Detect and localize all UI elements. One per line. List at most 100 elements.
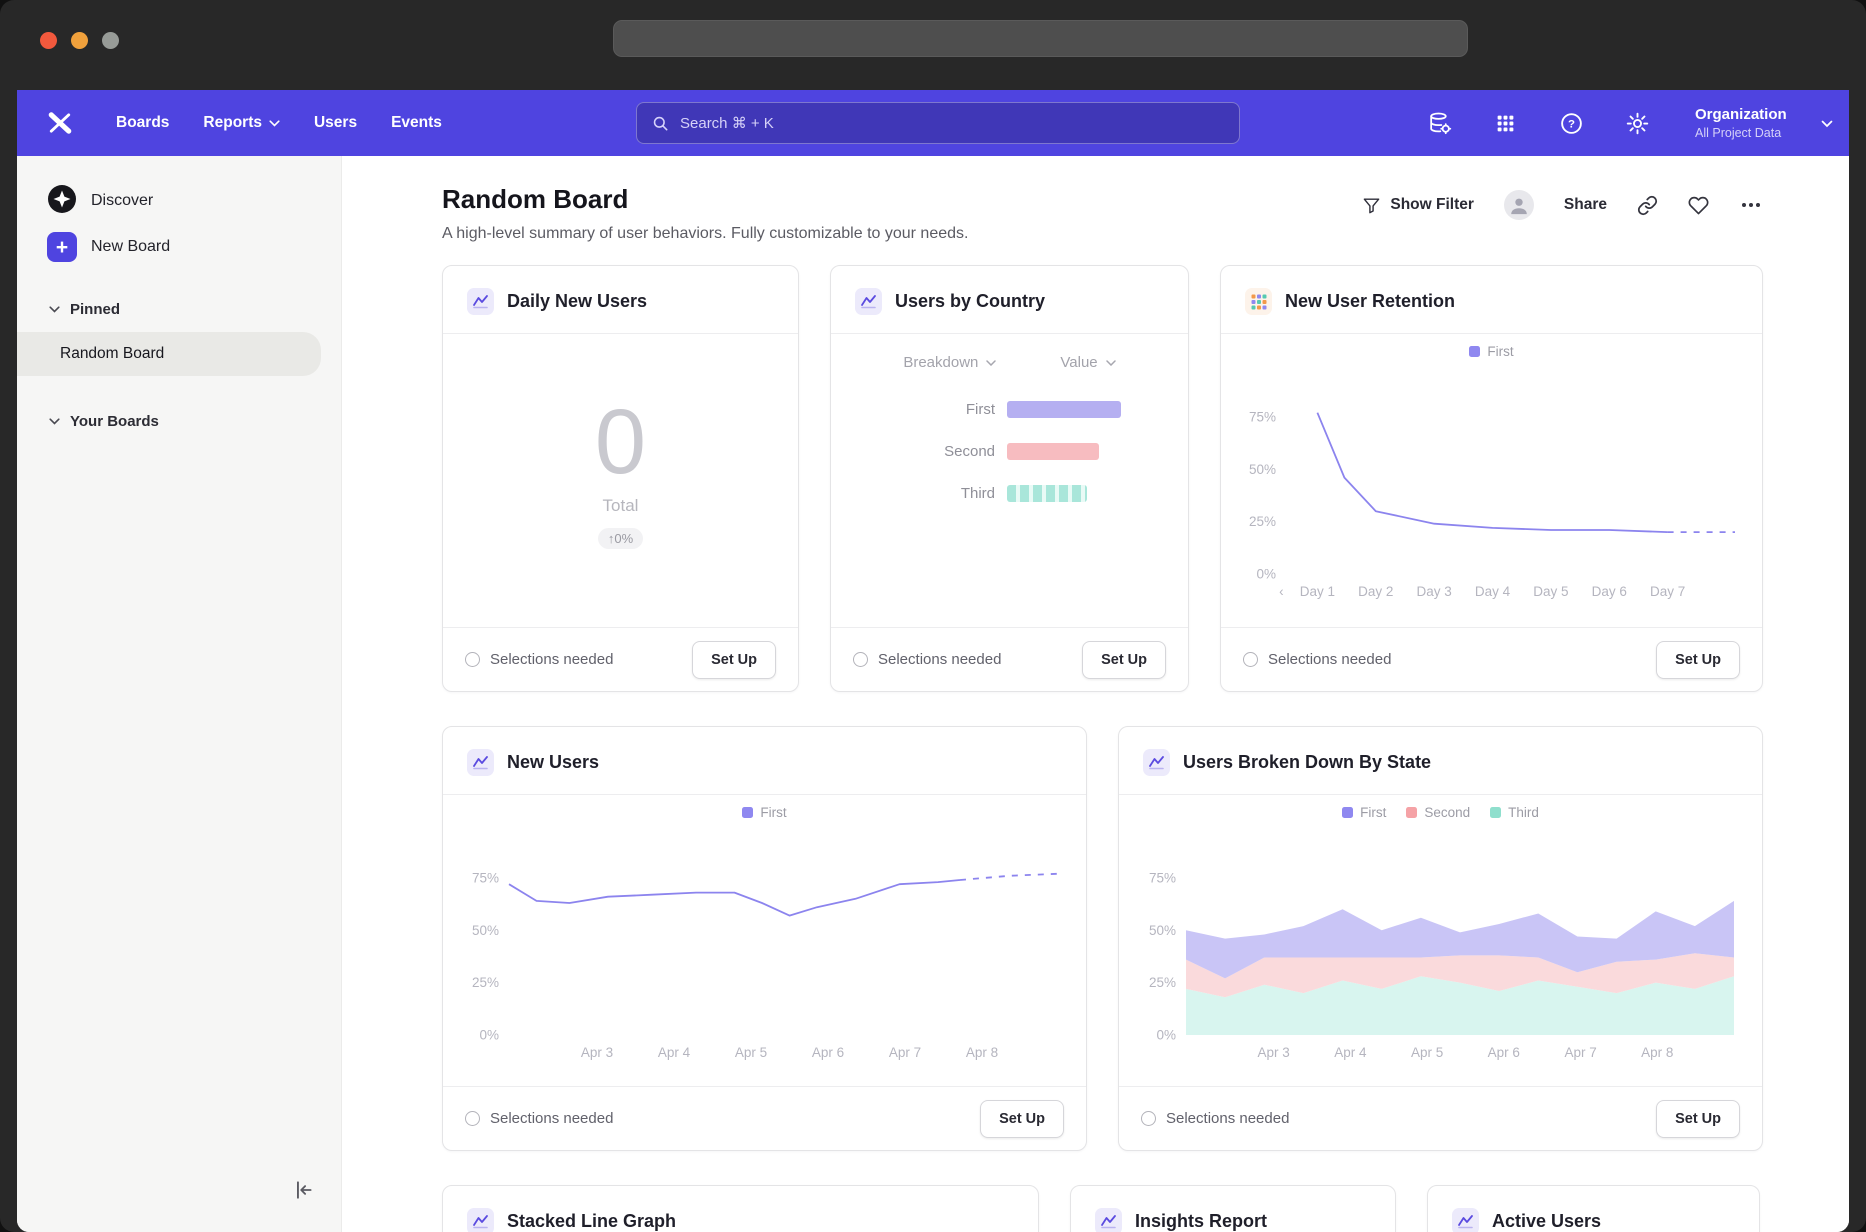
set-up-button[interactable]: Set Up [1082,641,1166,679]
your-boards-label: Your Boards [70,413,159,430]
user-icon [1508,194,1530,216]
bar-third [1007,485,1087,502]
svg-text:25%: 25% [1249,514,1276,529]
line-chart-icon [1452,1208,1479,1232]
svg-text:50%: 50% [1148,923,1175,938]
chevron-down-icon [49,418,60,425]
svg-text:75%: 75% [1249,409,1276,424]
card-stacked-line-graph: Stacked Line Graph [442,1185,1039,1232]
state-chart-area: FirstSecondThird 75%50%25%0%Apr 3Apr 4Ap… [1119,795,1762,1086]
card-grid: Daily New Users 0 Total ↑0% Selections n… [442,265,1763,1232]
apps-grid-icon[interactable] [1491,109,1519,137]
share-button[interactable]: Share [1564,196,1607,214]
line-chart-icon [467,288,494,315]
nav-item-reports[interactable]: Reports [186,90,297,156]
nav-item-label: Reports [203,114,262,132]
help-icon[interactable]: ? [1557,109,1585,137]
more-options-button[interactable] [1739,193,1763,217]
card-title: New User Retention [1285,291,1455,312]
bar-second [1007,443,1099,460]
pinned-label: Pinned [70,301,120,318]
heart-icon [1688,195,1709,216]
svg-text:Apr 5: Apr 5 [734,1045,766,1060]
share-label: Share [1564,196,1607,214]
page-subtitle: A high-level summary of user behaviors. … [442,225,968,243]
svg-text:Apr 3: Apr 3 [580,1045,612,1060]
card-title: Active Users [1492,1211,1601,1232]
copy-link-button[interactable] [1637,195,1658,216]
show-filter-label: Show Filter [1390,196,1474,214]
mixpanel-logo[interactable] [43,106,77,140]
set-up-button[interactable]: Set Up [1656,641,1740,679]
nav-item-events[interactable]: Events [374,90,459,156]
set-up-button[interactable]: Set Up [692,641,776,679]
line-chart-icon [467,749,494,776]
favorite-button[interactable] [1688,195,1709,216]
svg-text:Apr 4: Apr 4 [1334,1045,1367,1060]
traffic-light[interactable] [71,32,88,49]
chevron-down-icon [269,120,280,127]
card-title: Daily New Users [507,291,647,312]
bar-first [1007,401,1121,418]
line-chart-icon [855,288,882,315]
sidebar-section-your-boards[interactable]: Your Boards [17,404,341,438]
sidebar-new-board-button[interactable]: + New Board [17,224,341,270]
card-title: Users by Country [895,291,1045,312]
value-select[interactable]: Value [1060,354,1115,371]
svg-text:Apr 7: Apr 7 [1564,1045,1596,1060]
selections-needed-label: Selections needed [490,1110,613,1127]
svg-text:Apr 8: Apr 8 [1641,1045,1673,1060]
page-title: Random Board [442,184,968,215]
retention-grid-icon [1245,288,1272,315]
sidebar-item-random-board[interactable]: Random Board [17,332,321,376]
traffic-light[interactable] [102,32,119,49]
svg-text:Day 3: Day 3 [1417,584,1452,599]
line-chart-icon [467,1208,494,1232]
search-box[interactable] [636,102,1240,144]
nav-item-boards[interactable]: Boards [99,90,186,156]
card-new-users: New Users First 75%50%25%0%Apr 3Apr 4Apr… [442,726,1087,1151]
browser-url-bar[interactable] [613,20,1468,57]
collapse-sidebar-icon [293,1179,315,1201]
set-up-button[interactable]: Set Up [1656,1100,1740,1138]
svg-text:?: ? [1568,118,1575,130]
svg-text:75%: 75% [471,870,498,885]
bar-row: First [855,401,1164,418]
breakdown-select[interactable]: Breakdown [903,354,996,371]
plus-icon: + [47,232,77,262]
svg-text:Day 5: Day 5 [1533,584,1568,599]
svg-text:0%: 0% [479,1028,499,1043]
window-titlebar [0,0,1866,90]
search-input[interactable] [680,115,1225,132]
status-radio-icon [853,652,868,667]
org-switcher[interactable]: Organization All Project Data [1695,106,1835,140]
metric-value: 0 [595,396,646,488]
chevron-down-icon [1821,120,1833,128]
legend-item: First [1469,344,1513,359]
retention-legend: First [1469,344,1513,359]
data-management-icon[interactable] [1425,109,1453,137]
sidebar-section-pinned[interactable]: Pinned [17,292,341,326]
svg-text:Day 1: Day 1 [1300,584,1335,599]
traffic-light[interactable] [40,32,57,49]
svg-text:Day 2: Day 2 [1358,584,1393,599]
nav-item-users[interactable]: Users [297,90,374,156]
svg-text:‹: ‹ [1279,584,1284,599]
set-up-button[interactable]: Set Up [980,1100,1064,1138]
svg-text:Apr 5: Apr 5 [1410,1045,1442,1060]
new-board-label: New Board [91,238,170,256]
avatar[interactable] [1504,190,1534,220]
sidebar-item-discover[interactable]: Discover [17,178,341,224]
show-filter-button[interactable]: Show Filter [1362,196,1474,215]
card-insights-report: Insights Report [1070,1185,1396,1232]
status-radio-icon [1141,1111,1156,1126]
daily-new-users-chart: 0 Total ↑0% [443,334,798,627]
svg-text:Day 6: Day 6 [1592,584,1627,599]
filter-icon [1362,196,1381,215]
svg-text:50%: 50% [1249,462,1276,477]
svg-text:0%: 0% [1256,567,1276,582]
sidebar-collapse-button[interactable] [289,1175,319,1208]
app-frame: Boards Reports Users Events [17,90,1849,1232]
settings-gear-icon[interactable] [1623,109,1651,137]
sidebar: Discover + New Board Pinned Random Board… [17,156,342,1232]
